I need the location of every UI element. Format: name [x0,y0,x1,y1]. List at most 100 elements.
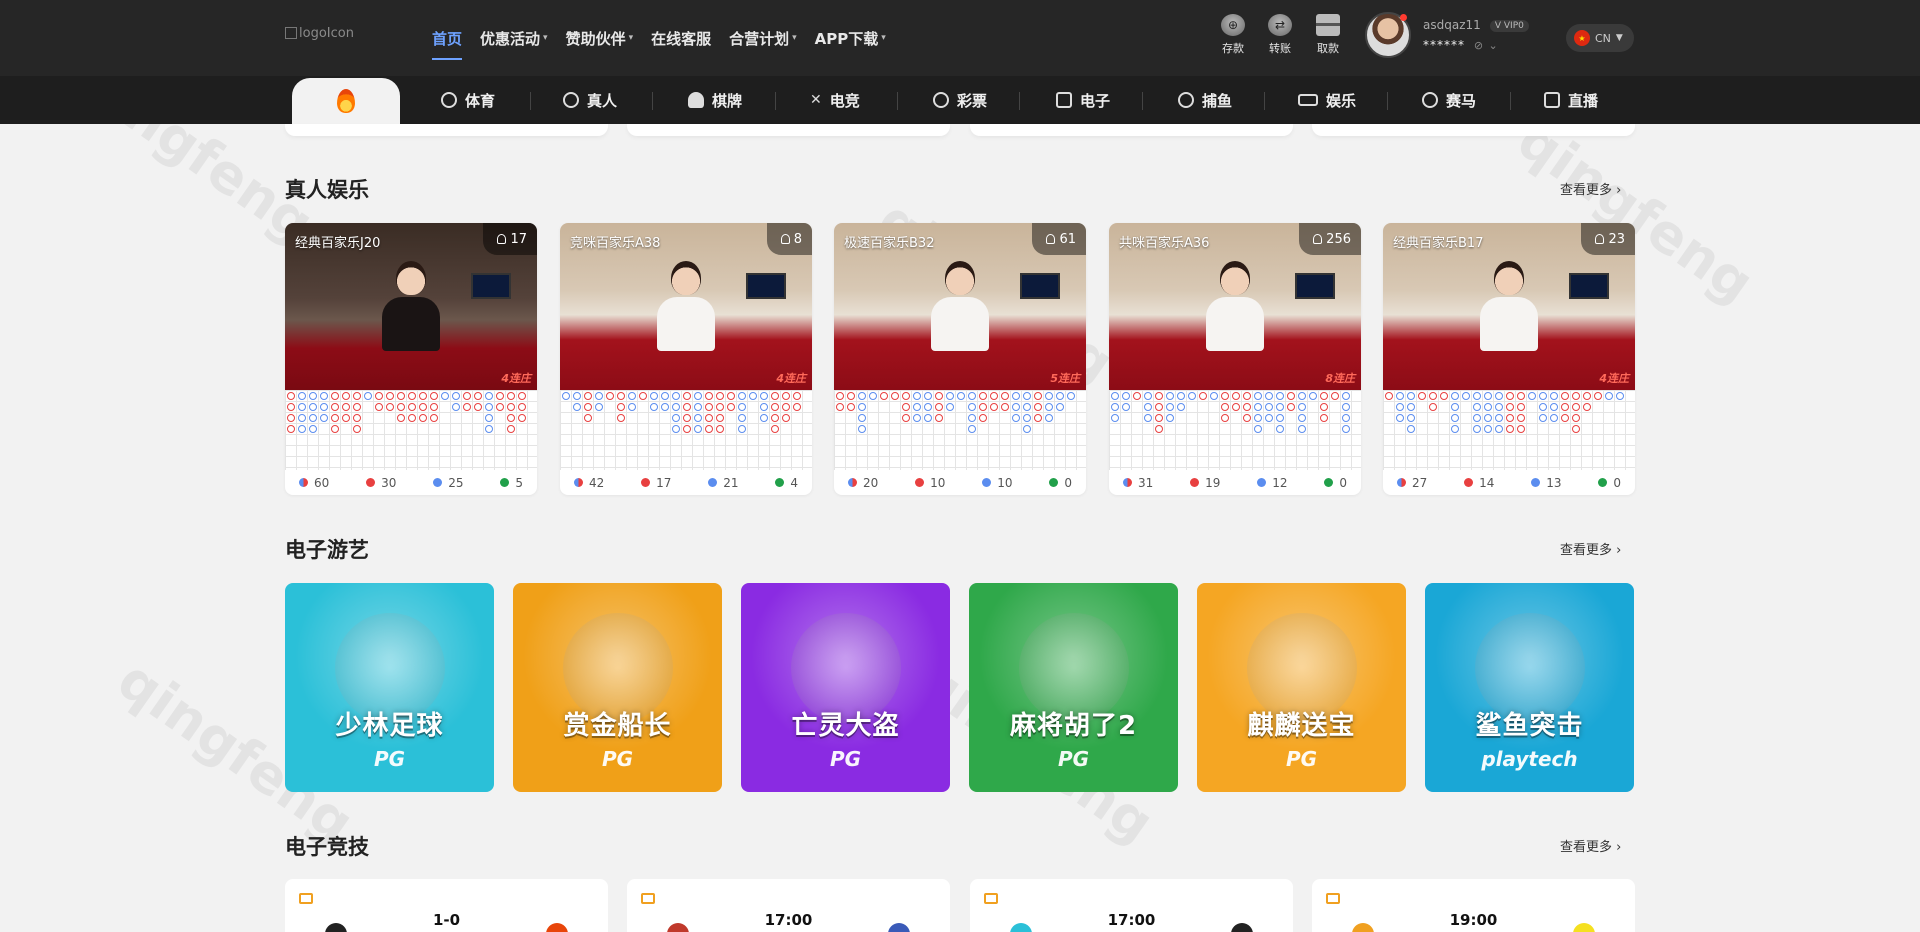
category-sports[interactable]: 体育 [441,76,495,124]
category-live-stream[interactable]: 直播 [1544,76,1598,124]
category-horse-racing[interactable]: 赛马 [1422,76,1476,124]
roadmap-dot [1110,413,1119,422]
roadmap-dot [605,391,614,400]
category-esports[interactable]: ✕ 电竞 [810,76,860,124]
roadmap-dot [737,391,746,400]
slot-game-tile[interactable]: 亡灵大盗 PG [741,583,950,792]
nav-home[interactable]: 首页 [432,0,463,76]
nav-affiliate[interactable]: 合营计划 ▾ [729,0,797,76]
roadmap-dot [1571,402,1580,411]
nav-promotions[interactable]: 优惠活动 ▾ [480,0,548,76]
transfer-button[interactable]: ⇄ 转账 [1260,14,1300,56]
table-stats: 60 30 25 5 [285,470,537,495]
category-hot-tab[interactable] [292,78,400,124]
deposit-button[interactable]: ⊕ 存款 [1213,14,1253,56]
language-selector[interactable]: ★ CN ▼ [1566,24,1634,52]
play-icon [1544,92,1560,108]
slot-game-tile[interactable]: 鲨鱼突击 playtech [1425,583,1634,792]
roadmap-dot [374,402,383,411]
site-logo[interactable]: logoIcon [285,26,354,41]
esports-match-card[interactable]: 17:00 [627,879,950,932]
roadmap-dot [1516,391,1525,400]
live-table-card[interactable]: 经典百家乐J20 17 4连庄 60 30 25 5 [285,223,537,495]
roadmap-dot [407,413,416,422]
flame-icon [337,89,355,113]
slot-game-tile[interactable]: 少林足球 PG [285,583,494,792]
roadmap-dot [1538,391,1547,400]
user-info[interactable]: asdqaz11 V VIP0 ****** ⊘ ⌄ [1423,14,1529,52]
slot-game-tile[interactable]: 麻将胡了2 PG [969,583,1178,792]
roadmap-dot [506,391,515,400]
see-more-live-casino[interactable]: 查看更多 › [1560,179,1621,198]
table-stats: 31 19 12 0 [1109,470,1361,495]
see-more-esports[interactable]: 查看更多 › [1560,836,1621,855]
roadmap-dot [1121,402,1130,411]
slot-game-tile[interactable]: 赏金船长 PG [513,583,722,792]
category-entertainment[interactable]: 娱乐 [1298,76,1356,124]
roadmap-dot [660,391,669,400]
crossed-swords-icon: ✕ [810,92,822,108]
roadmap-dot [912,391,921,400]
roadmap-dot [1516,402,1525,411]
dealer-video-thumbnail: 经典百家乐J20 17 4连庄 [285,223,537,390]
roadmap-dot [1253,391,1262,400]
category-cards[interactable]: 棋牌 [688,76,742,124]
roadmap-dot [1341,391,1350,400]
tv-icon [984,893,998,904]
roadmap-grid [560,390,812,470]
roadmap-dot [1264,391,1273,400]
roadmap-dot [396,391,405,400]
total-rounds-icon [1123,478,1132,487]
roadmap-dot [1198,391,1207,400]
esports-match-card[interactable]: 1-0 [285,879,608,932]
nav-customer-service[interactable]: 在线客服 [651,0,711,76]
see-more-slots[interactable]: 查看更多 › [1560,539,1621,558]
roadmap-dot [1066,391,1075,400]
roadmap-dot [1582,402,1591,411]
live-table-card[interactable]: 共咪百家乐A36 256 8连庄 31 19 12 0 [1109,223,1361,495]
roadmap-dot [989,391,998,400]
roadmap-dot [396,402,405,411]
live-table-card[interactable]: 经典百家乐B17 23 4连庄 27 14 13 0 [1383,223,1635,495]
slot-game-tile[interactable]: 麒麟送宝 PG [1197,583,1406,792]
dealer-image [931,261,989,351]
roadmap-dot [693,391,702,400]
roadmap-dot [341,413,350,422]
esports-match-card[interactable]: 19:00 [1312,879,1635,932]
table-screen [1569,273,1609,299]
previous-card-edge [285,124,608,136]
category-fishing[interactable]: 捕鱼 [1178,76,1232,124]
roadmap-dot [330,402,339,411]
player-count: 8 [766,223,812,255]
eye-off-icon[interactable]: ⊘ ⌄ [1474,39,1499,52]
nav-app-download[interactable]: APP下载 ▾ [815,0,886,76]
nav-sponsors[interactable]: 赞助伙伴 ▾ [566,0,634,76]
live-table-card[interactable]: 极速百家乐B32 61 5连庄 20 10 10 0 [834,223,1086,495]
category-lottery[interactable]: 彩票 [933,76,987,124]
esports-match-card[interactable]: 17:00 [970,879,1293,932]
withdraw-button[interactable]: 取款 [1308,14,1348,56]
dealer-image [1480,261,1538,351]
player-dot-icon [1257,478,1267,487]
live-table-card[interactable]: 竞咪百家乐A38 8 4连庄 42 17 21 4 [560,223,812,495]
roadmap-dot [1253,413,1262,422]
chevron-down-icon: ▾ [881,33,886,43]
roadmap-dot [462,391,471,400]
roadmap-dot [682,424,691,433]
category-live-casino[interactable]: 真人 [563,76,617,124]
roadmap-dot [1516,424,1525,433]
roadmap-dot [660,402,669,411]
roadmap-dot [506,402,515,411]
roadmap-dot [1483,413,1492,422]
roadmap-dot [693,402,702,411]
roadmap-dot [352,402,361,411]
player-count: 17 [483,223,537,255]
roadmap-dot [912,413,921,422]
roadmap-dot [1308,391,1317,400]
roadmap-dot [407,391,416,400]
roadmap-dot [978,402,987,411]
roadmap-dot [989,402,998,411]
provider-logo: PG [1285,747,1318,771]
category-slots[interactable]: 电子 [1056,76,1110,124]
avatar[interactable] [1365,12,1411,58]
